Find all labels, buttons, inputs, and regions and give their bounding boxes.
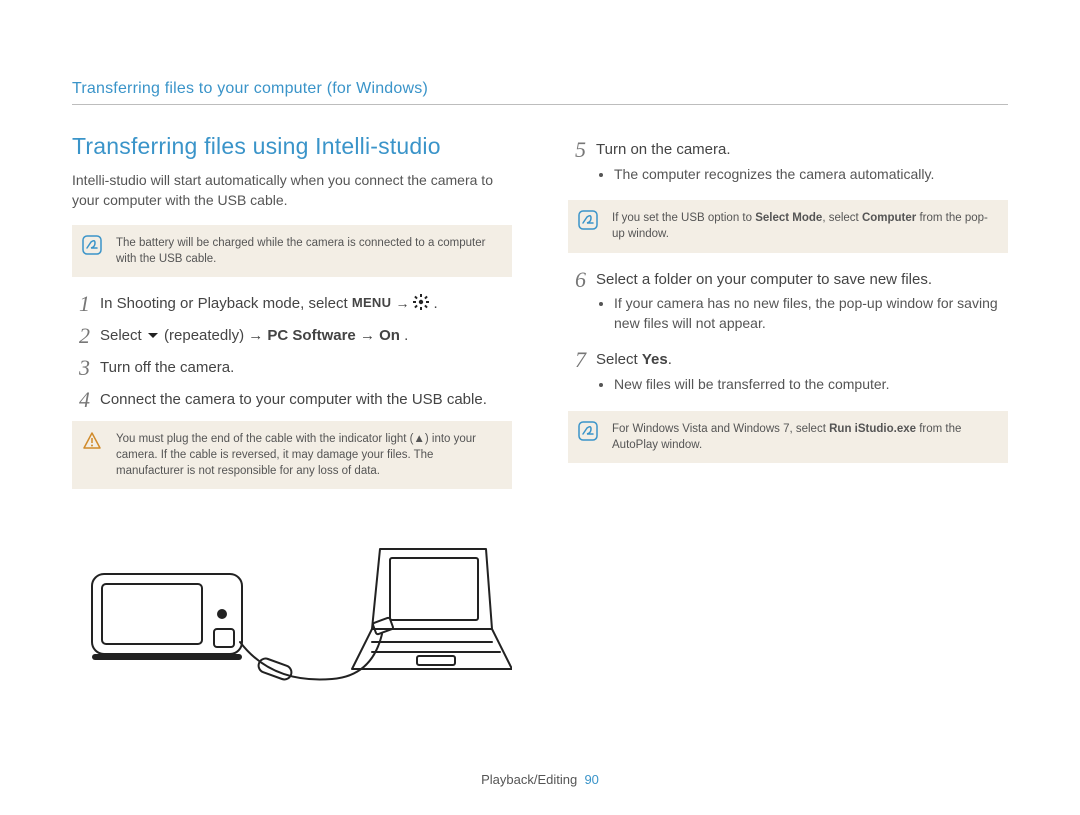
- note-usb-mid: , select: [822, 212, 862, 224]
- note-battery: The battery will be charged while the ca…: [72, 225, 512, 277]
- section-title: Transferring files using Intelli-studio: [72, 133, 512, 160]
- step7-bullet: New files will be transferred to the com…: [614, 375, 1008, 395]
- step6-bullet: If your camera has no new files, the pop…: [614, 294, 1008, 333]
- note-usb-option: If you set the USB option to Select Mode…: [568, 200, 1008, 252]
- page-header: Transferring files to your computer (for…: [72, 80, 1008, 105]
- step2-mid1: (repeatedly) →: [164, 327, 267, 344]
- step2-pre: Select: [100, 327, 146, 344]
- note-battery-text: The battery will be charged while the ca…: [116, 237, 485, 265]
- note-vista-pre: For Windows Vista and Windows 7, select: [612, 423, 829, 435]
- step-6: 6 Select a folder on your computer to sa…: [568, 269, 1008, 340]
- step-3: 3 Turn off the camera.: [72, 357, 512, 379]
- step7-pre: Select: [596, 351, 642, 368]
- step5-text: Turn on the camera.: [596, 141, 731, 158]
- step-number: 5: [568, 139, 586, 190]
- warning-cable: You must plug the end of the cable with …: [72, 421, 512, 489]
- step-1: 1 In Shooting or Playback mode, select M…: [72, 293, 512, 315]
- step2-mid2: →: [360, 327, 379, 344]
- footer-section: Playback/Editing: [481, 772, 577, 787]
- step3-text: Turn off the camera.: [100, 357, 512, 379]
- note-usb-pre: If you set the USB option to: [612, 212, 755, 224]
- step2-post: .: [404, 327, 408, 344]
- step2-bold2: On: [379, 327, 400, 344]
- note-icon: [82, 235, 102, 255]
- step-2: 2 Select (repeatedly) → PC Software → On…: [72, 325, 512, 347]
- step1-pre: In Shooting or Playback mode, select: [100, 295, 352, 312]
- note-icon: [578, 210, 598, 230]
- page-footer: Playback/Editing 90: [0, 772, 1080, 787]
- footer-page-number: 90: [584, 772, 598, 787]
- step-7: 7 Select Yes. New files will be transfer…: [568, 349, 1008, 400]
- chevron-down-icon: [146, 325, 160, 347]
- menu-icon: MENU: [352, 294, 391, 313]
- arrow-icon: →: [395, 295, 413, 311]
- right-column: 5 Turn on the camera. The computer recog…: [568, 133, 1008, 689]
- note-usb-b2: Computer: [862, 212, 916, 224]
- step-number: 3: [72, 357, 90, 379]
- step2-bold1: PC Software: [267, 327, 355, 344]
- step-5: 5 Turn on the camera. The computer recog…: [568, 139, 1008, 190]
- step-number: 7: [568, 349, 586, 400]
- step6-text: Select a folder on your computer to save…: [596, 271, 932, 288]
- step7-bold: Yes: [642, 351, 668, 368]
- connection-illustration: [72, 509, 512, 689]
- step-4: 4 Connect the camera to your computer wi…: [72, 389, 512, 411]
- warning-icon: [82, 431, 102, 451]
- step5-bullet: The computer recognizes the camera autom…: [614, 165, 1008, 185]
- step-number: 4: [72, 389, 90, 411]
- step7-post: .: [668, 351, 672, 368]
- gear-icon: [413, 293, 429, 315]
- step4-text: Connect the camera to your computer with…: [100, 389, 512, 411]
- step1-post: .: [434, 295, 438, 312]
- left-column: Transferring files using Intelli-studio …: [72, 133, 512, 689]
- intro-text: Intelli-studio will start automatically …: [72, 170, 512, 211]
- warning-cable-text: You must plug the end of the cable with …: [116, 433, 476, 477]
- note-vista: For Windows Vista and Windows 7, select …: [568, 411, 1008, 463]
- note-icon: [578, 421, 598, 441]
- step-number: 6: [568, 269, 586, 340]
- note-vista-b1: Run iStudio.exe: [829, 423, 916, 435]
- step-number: 2: [72, 325, 90, 347]
- step-number: 1: [72, 293, 90, 315]
- note-usb-b1: Select Mode: [755, 212, 822, 224]
